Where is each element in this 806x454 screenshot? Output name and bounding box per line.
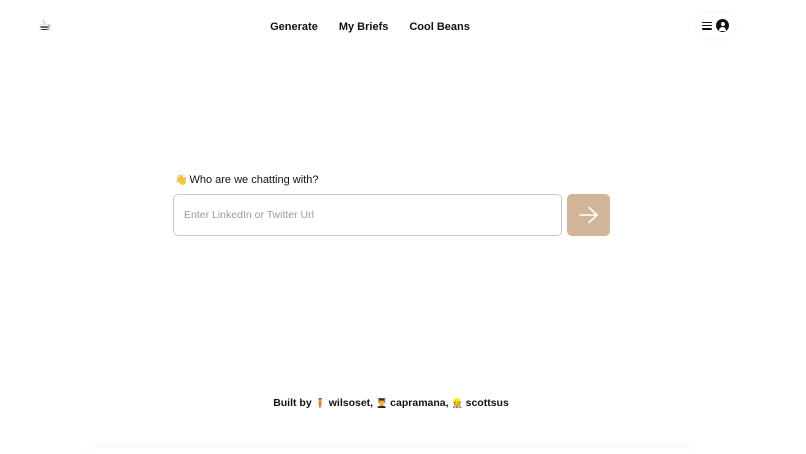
arrow-right-icon <box>578 206 598 224</box>
waving-hand-icon: 👋 <box>175 175 188 186</box>
submit-button[interactable] <box>567 194 610 236</box>
author-3-icon: 👷 <box>451 398 463 408</box>
nav-generate[interactable]: Generate <box>270 19 318 35</box>
nav-my-briefs[interactable]: My Briefs <box>339 19 389 35</box>
author-3-name: scottsus <box>465 397 509 409</box>
prompt-text: Who are we chatting with? <box>189 174 319 186</box>
main-nav: Generate My Briefs Cool Beans <box>0 19 740 35</box>
author-1-name: wilsoset, <box>328 397 374 409</box>
nav-cool-beans[interactable]: Cool Beans <box>409 19 470 35</box>
author-2-name: capramana, <box>390 397 449 409</box>
author-1-icon: 🧍 <box>314 398 326 408</box>
bottom-divider <box>90 448 690 454</box>
prompt-label: 👋 Who are we chatting with? <box>175 172 318 189</box>
author-2-icon: 👨‍🎓 <box>376 398 388 408</box>
user-menu-button[interactable] <box>697 13 734 38</box>
profile-url-input[interactable] <box>173 194 562 236</box>
page: ☕ Generate My Briefs Cool Beans 👋 Who are… <box>0 0 806 454</box>
built-by-label: Built by <box>273 397 312 409</box>
user-avatar-icon <box>716 19 729 32</box>
footer-credits: Built by 🧍 wilsoset, 👨‍🎓 capramana, 👷 sc… <box>0 395 782 411</box>
hamburger-icon <box>702 21 712 30</box>
